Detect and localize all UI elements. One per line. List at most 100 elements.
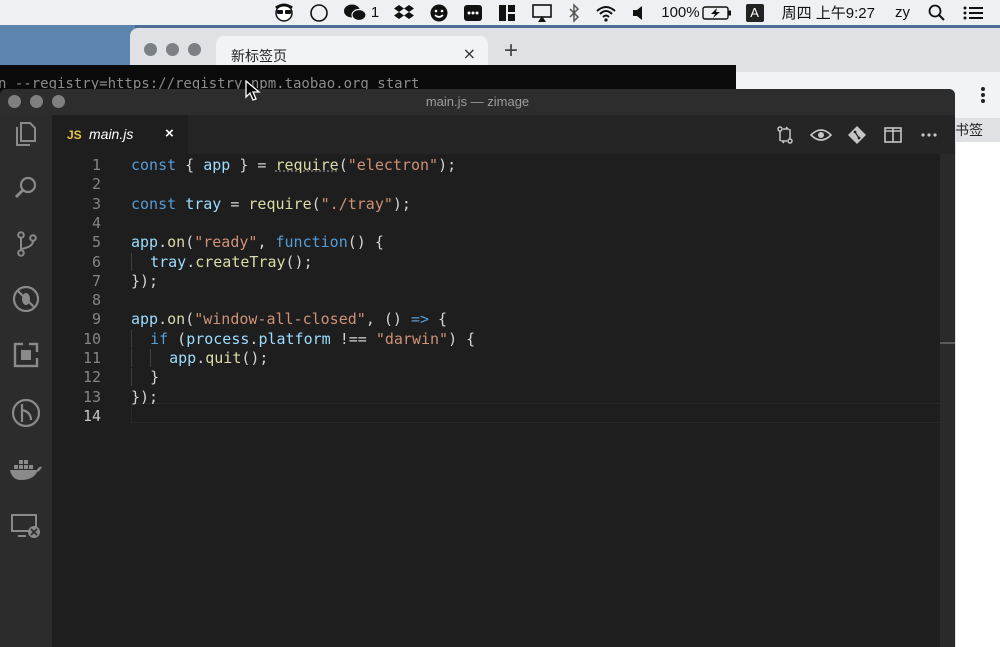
code-token: "./tray" bbox=[320, 194, 393, 213]
tab-close-icon[interactable]: × bbox=[165, 125, 174, 142]
code-token: { bbox=[429, 310, 448, 329]
explorer-icon[interactable] bbox=[8, 115, 44, 151]
chrome-close-button[interactable] bbox=[144, 43, 157, 56]
code-token: ( bbox=[185, 233, 195, 252]
code-token: "ready" bbox=[194, 233, 258, 252]
dropbox-icon[interactable] bbox=[393, 0, 415, 25]
line-number: 5 bbox=[91, 233, 101, 252]
chrome-minimize-button[interactable] bbox=[166, 43, 179, 56]
vscode-titlebar: main.js — zimage bbox=[0, 89, 955, 115]
split-editor-icon[interactable] bbox=[875, 120, 911, 150]
git-graph-icon[interactable] bbox=[8, 395, 44, 431]
more-actions-icon[interactable] bbox=[911, 120, 947, 150]
source-control-icon[interactable] bbox=[8, 226, 44, 262]
indent-guide bbox=[131, 252, 151, 271]
vertical-scrollbar[interactable] bbox=[940, 154, 955, 647]
code-line[interactable]: const tray = require("./tray"); bbox=[131, 195, 411, 214]
avatar-status-icon[interactable] bbox=[273, 0, 295, 25]
search-icon[interactable] bbox=[8, 170, 44, 206]
code-line[interactable]: tray.createTray(); bbox=[131, 252, 313, 272]
code-token: "electron" bbox=[347, 156, 439, 174]
code-token: = bbox=[221, 194, 249, 213]
toggle-file-blame-icon[interactable] bbox=[803, 120, 839, 150]
activity-bar bbox=[0, 115, 52, 647]
code-token: require bbox=[248, 194, 312, 213]
chrome-bookmarks-label[interactable]: 书签 bbox=[955, 120, 983, 140]
editor-tabs-bar: JS main.js × bbox=[52, 115, 955, 154]
notification-center-icon[interactable] bbox=[962, 0, 984, 25]
code-line[interactable]: }); bbox=[131, 388, 158, 407]
code-line[interactable]: app.quit(); bbox=[131, 349, 268, 368]
wechat-badge: 1 bbox=[370, 4, 380, 21]
code-token: process bbox=[186, 329, 250, 348]
smiley-icon[interactable] bbox=[429, 0, 449, 25]
line-number: 12 bbox=[82, 368, 101, 387]
remote-explorer-icon[interactable] bbox=[8, 508, 44, 544]
menu-bar: 1 100% A 周四 上午9:27 zy bbox=[0, 0, 1000, 25]
code-token: app bbox=[203, 156, 231, 174]
code-token: const bbox=[131, 194, 177, 213]
chrome-zoom-button[interactable] bbox=[188, 43, 201, 56]
code-token: on bbox=[167, 310, 186, 329]
code-token: . bbox=[186, 252, 196, 271]
line-number: 6 bbox=[91, 252, 101, 271]
wifi-icon[interactable] bbox=[595, 0, 617, 25]
indent-guide bbox=[131, 368, 151, 387]
more-dots-status-icon[interactable] bbox=[463, 0, 483, 25]
line-number: 3 bbox=[91, 194, 101, 213]
circle-status-icon[interactable] bbox=[309, 0, 329, 25]
vscode-minimize-button[interactable] bbox=[30, 95, 43, 108]
indent-guide bbox=[150, 349, 170, 367]
code-token: }); bbox=[131, 271, 159, 290]
code-token: ) { bbox=[448, 329, 476, 348]
chrome-tab-close-icon[interactable]: × bbox=[463, 44, 476, 63]
code-line[interactable]: }); bbox=[131, 272, 158, 291]
code-token: ( bbox=[311, 194, 321, 213]
volume-icon[interactable] bbox=[631, 0, 647, 25]
bluetooth-icon[interactable] bbox=[567, 0, 581, 25]
code-token: "window-all-closed" bbox=[194, 310, 366, 329]
code-token: const bbox=[131, 156, 177, 174]
code-line[interactable]: } bbox=[131, 368, 159, 387]
line-number: 4 bbox=[91, 213, 101, 232]
wechat-icon[interactable]: 1 bbox=[343, 0, 379, 25]
code-line[interactable]: const { app } = require("electron"); bbox=[131, 156, 456, 175]
code-token: on bbox=[167, 233, 186, 252]
code-token: platform bbox=[258, 329, 331, 348]
line-number: 2 bbox=[91, 175, 101, 194]
code-line[interactable]: if (process.platform !== "darwin") { bbox=[131, 329, 476, 349]
vscode-zoom-button[interactable] bbox=[52, 95, 65, 108]
chrome-menu-icon[interactable] bbox=[980, 86, 986, 109]
code-line[interactable]: app.on("window-all-closed", () => { bbox=[131, 310, 447, 329]
window-title: main.js — zimage bbox=[425, 94, 530, 109]
user-name[interactable]: zy bbox=[895, 0, 910, 25]
code-line[interactable]: app.on("ready", function() { bbox=[131, 233, 384, 252]
line-number: 1 bbox=[91, 156, 101, 174]
debug-icon[interactable] bbox=[8, 281, 44, 317]
docker-icon[interactable] bbox=[8, 451, 44, 487]
open-changes-icon[interactable] bbox=[767, 120, 803, 150]
code-editor[interactable]: 1 2 3 4 5 6 7 8 9 10 11 12 13 14 const { app } = requ… bbox=[52, 154, 955, 647]
extensions-icon[interactable] bbox=[8, 337, 44, 373]
clock[interactable]: 周四 上午9:27 bbox=[782, 0, 875, 25]
code-token: require bbox=[275, 156, 339, 174]
input-method[interactable]: A bbox=[745, 0, 764, 25]
window-layout-icon[interactable] bbox=[497, 0, 517, 25]
code-token: . bbox=[196, 349, 206, 367]
git-commit-icon[interactable] bbox=[839, 120, 875, 150]
code-token: } bbox=[150, 368, 160, 387]
spotlight-search-icon[interactable] bbox=[928, 0, 946, 25]
code-token: . bbox=[158, 233, 168, 252]
chrome-tab-title: 新标签页 bbox=[231, 49, 287, 65]
vscode-close-button[interactable] bbox=[8, 95, 21, 108]
battery-status[interactable]: 100% bbox=[661, 0, 731, 25]
chrome-new-tab-button[interactable]: + bbox=[504, 39, 518, 63]
code-token: ( bbox=[168, 329, 187, 348]
vscode-window: main.js — zimage JS main.js × 1 2 3 4 5 … bbox=[0, 89, 955, 647]
chrome-traffic-lights bbox=[144, 43, 201, 56]
line-number: 8 bbox=[91, 291, 101, 310]
airplay-icon[interactable] bbox=[531, 0, 553, 25]
code-token: . bbox=[158, 310, 168, 329]
code-token: ( bbox=[338, 156, 348, 174]
tab-main-js[interactable]: JS main.js × bbox=[52, 115, 188, 154]
